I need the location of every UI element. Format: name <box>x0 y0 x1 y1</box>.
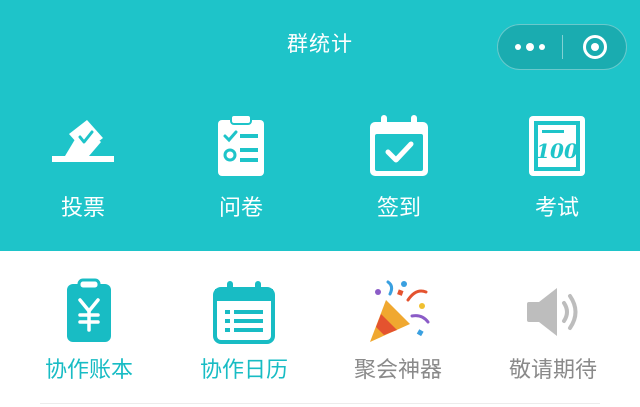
more-dot-middle <box>526 43 534 51</box>
tile-questionnaire-label: 问卷 <box>218 196 263 221</box>
tile-checkin-label: 签到 <box>376 196 421 221</box>
more-button[interactable] <box>498 25 562 69</box>
yen-ledger-icon <box>67 278 111 342</box>
calendar-check-icon <box>370 115 428 176</box>
tile-exam-label: 考试 <box>534 196 579 221</box>
tile-coming-soon-label: 敬请期待 <box>508 358 597 383</box>
more-dots-icon <box>515 44 521 50</box>
mini-program-capsule <box>497 24 627 70</box>
ballot-box-icon <box>52 120 114 162</box>
tile-checkin[interactable]: 签到 <box>339 112 459 222</box>
close-button[interactable] <box>563 25 627 69</box>
tile-vote[interactable]: 投票 <box>23 112 143 222</box>
tile-shared-ledger[interactable]: 协作账本 <box>29 278 149 384</box>
party-popper-icon <box>370 280 430 342</box>
tile-questionnaire[interactable]: 问卷 <box>181 112 301 222</box>
header-banner: 群统计 投票 问卷 签到 100 考试 <box>0 0 640 251</box>
more-dot-right <box>539 44 545 50</box>
tile-coming-soon: 敬请期待 <box>493 278 613 384</box>
tile-exam[interactable]: 100 考试 <box>497 112 617 222</box>
tile-shared-calendar-label: 协作日历 <box>199 358 288 383</box>
close-circle-icon <box>583 35 607 59</box>
exam-paper-100-icon: 100 <box>529 116 585 176</box>
tile-party-tool[interactable]: 聚会神器 <box>338 278 458 384</box>
calendar-list-icon <box>213 281 275 344</box>
section-divider <box>40 403 600 404</box>
svg-text:100: 100 <box>536 139 578 163</box>
questionnaire-clipboard-icon <box>218 114 264 176</box>
tile-vote-label: 投票 <box>60 196 105 221</box>
tile-party-tool-label: 聚会神器 <box>353 358 442 383</box>
tile-shared-ledger-label: 协作账本 <box>44 358 133 383</box>
speaker-icon <box>527 288 578 336</box>
tile-shared-calendar[interactable]: 协作日历 <box>184 278 304 384</box>
